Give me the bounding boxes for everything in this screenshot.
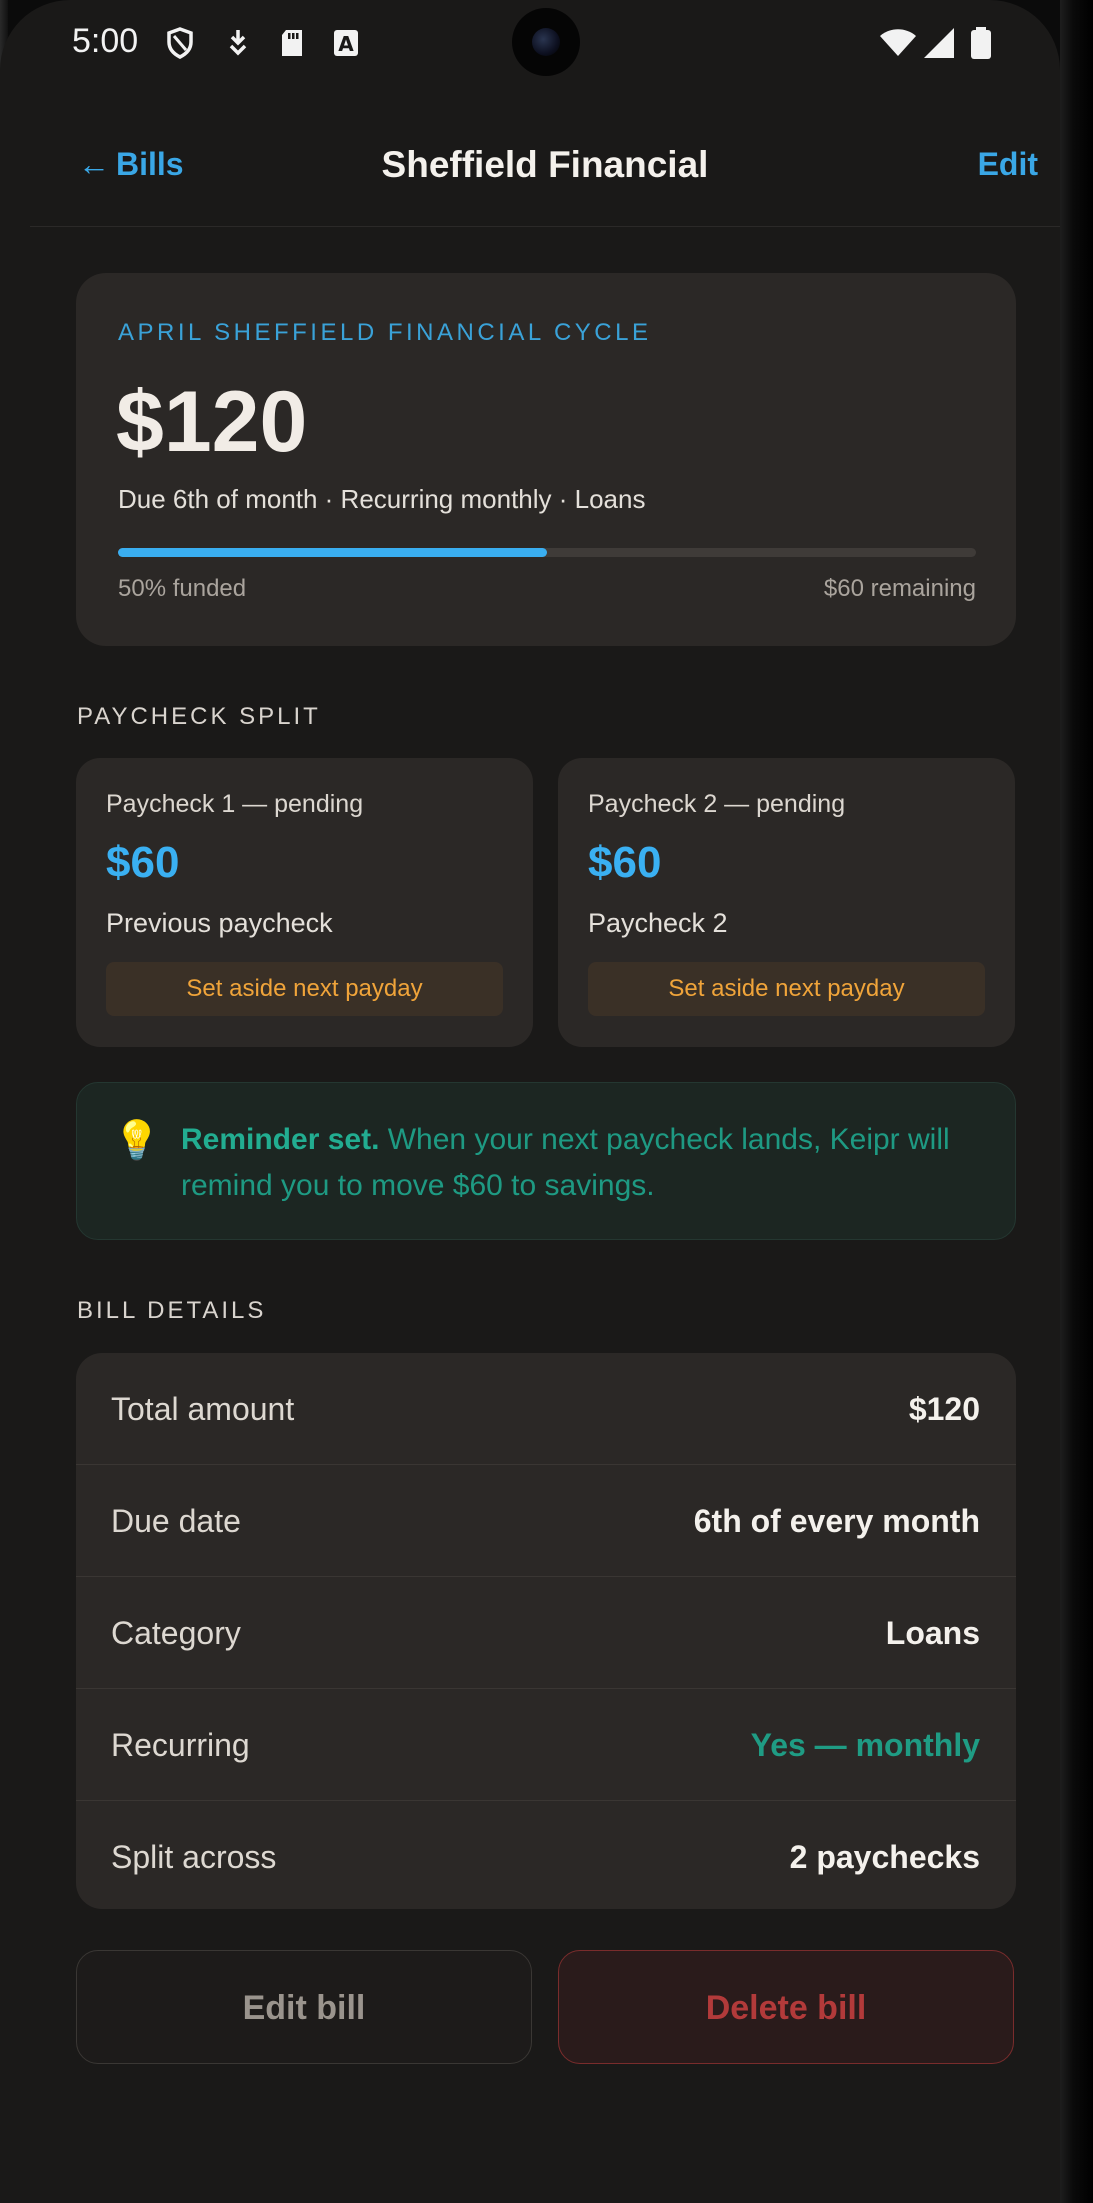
detail-label: Split across (111, 1839, 277, 1875)
funding-progress-bar (118, 548, 976, 557)
paycheck-amount: $60 (106, 838, 180, 887)
shield-icon (167, 27, 193, 59)
reminder-banner: 💡 Reminder set. When your next paycheck … (76, 1082, 1016, 1240)
bill-amount: $120 (116, 374, 308, 470)
detail-value: $120 (908, 1391, 980, 1427)
edit-button[interactable]: Edit (978, 146, 1038, 183)
detail-label: Total amount (111, 1391, 295, 1427)
edit-bill-button[interactable]: Edit bill (76, 1950, 532, 2064)
detail-value: 6th of every month (693, 1503, 980, 1539)
front-camera (512, 8, 580, 76)
paycheck-amount: $60 (588, 838, 662, 887)
wifi-icon (880, 29, 916, 56)
bill-meta: Due 6th of month · Recurring monthly · L… (118, 484, 646, 514)
detail-label: Due date (111, 1503, 241, 1539)
detail-row-category: Category Loans (76, 1577, 1016, 1689)
detail-label: Recurring (111, 1727, 250, 1763)
reminder-title: Reminder set. (181, 1123, 380, 1156)
paycheck-source: Previous paycheck (106, 908, 333, 938)
detail-row-split-across: Split across 2 paychecks (76, 1801, 1016, 1909)
paycheck-status: Paycheck 2 — pending (588, 790, 846, 818)
page-title: Sheffield Financial (381, 144, 709, 185)
battery-icon (971, 27, 991, 59)
app-screen: 5:00 A ← Bills Sheffield Financial Edit … (0, 0, 1060, 2203)
cellular-signal-icon (924, 28, 954, 58)
delete-bill-button[interactable]: Delete bill (558, 1950, 1014, 2064)
font-icon: A (334, 30, 358, 56)
status-bar: 5:00 A (0, 0, 1060, 88)
remaining-label: $60 remaining (823, 575, 976, 602)
set-aside-button[interactable]: Set aside next payday (106, 962, 503, 1016)
detail-value: Yes — monthly (750, 1727, 980, 1763)
paycheck-source: Paycheck 2 (588, 908, 728, 938)
detail-row-total-amount: Total amount $120 (76, 1353, 1016, 1465)
detail-row-due-date: Due date 6th of every month (76, 1465, 1016, 1577)
funded-label: 50% funded (118, 575, 247, 602)
paycheck-card: Paycheck 2 — pending $60 Paycheck 2 Set … (558, 758, 1015, 1047)
detail-value: 2 paychecks (789, 1839, 980, 1875)
navigation-bar: ← Bills Sheffield Financial Edit (30, 130, 1060, 227)
bill-details-heading: BILL DETAILS (77, 1297, 267, 1324)
paycheck-split-heading: PAYCHECK SPLIT (77, 703, 321, 730)
reminder-text: Reminder set. When your next paycheck la… (181, 1117, 981, 1209)
detail-value: Loans (885, 1615, 980, 1651)
paycheck-card: Paycheck 1 — pending $60 Previous payche… (76, 758, 533, 1047)
bill-details-list: Total amount $120 Due date 6th of every … (76, 1353, 1016, 1909)
bill-summary-card: APRIL SHEFFIELD FINANCIAL CYCLE $120 Due… (76, 273, 1016, 646)
set-aside-button[interactable]: Set aside next payday (588, 962, 985, 1016)
cycle-label: APRIL SHEFFIELD FINANCIAL CYCLE (118, 319, 652, 346)
device-bezel-right (1060, 0, 1093, 2203)
funding-progress-fill (118, 548, 547, 557)
sd-card-icon (282, 30, 302, 56)
download-icon (229, 30, 247, 56)
svg-text:A: A (338, 32, 354, 56)
detail-row-recurring: Recurring Yes — monthly (76, 1689, 1016, 1801)
lightbulb-icon: 💡 (113, 1120, 161, 1162)
detail-label: Category (111, 1615, 241, 1651)
paycheck-status: Paycheck 1 — pending (106, 790, 364, 818)
phone-device: 5:00 A ← Bills Sheffield Financial Edit … (0, 0, 1093, 2203)
status-time: 5:00 (72, 22, 139, 60)
